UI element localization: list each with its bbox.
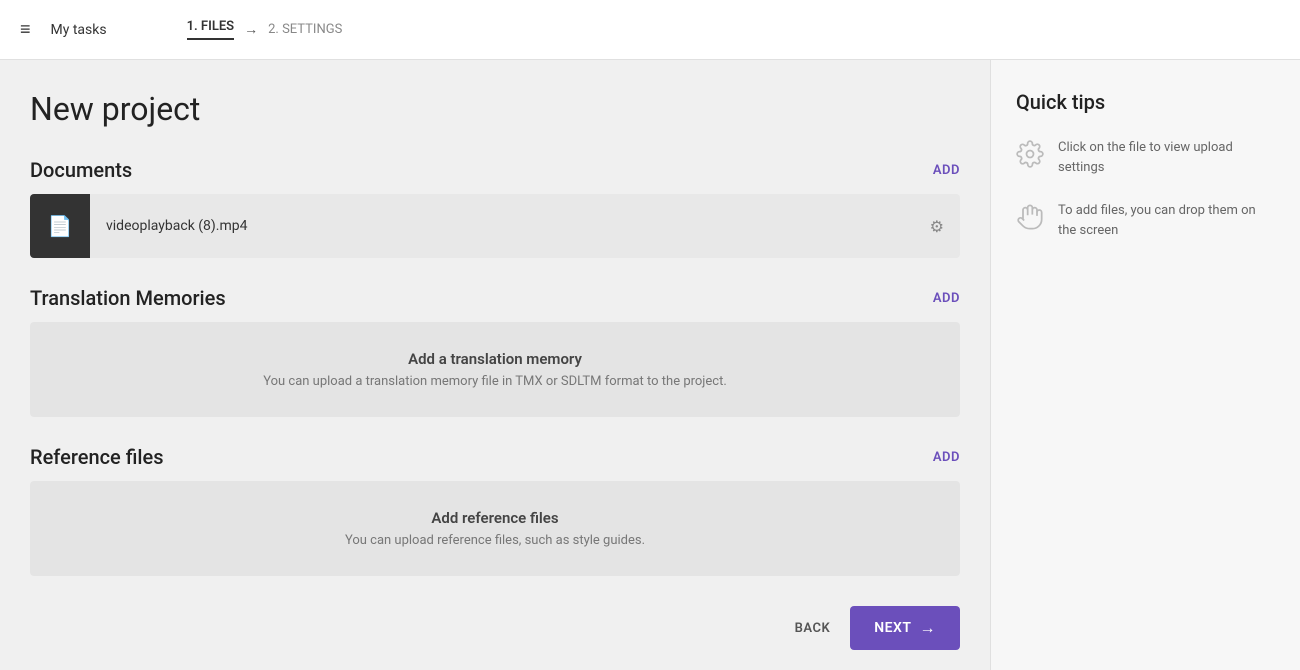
document-item[interactable]: 📄 videoplayback (8).mp4 ⚙	[30, 194, 960, 258]
next-button[interactable]: NEXT →	[850, 606, 960, 650]
my-tasks-link[interactable]: My tasks	[51, 22, 107, 38]
translation-memories-empty-title: Add a translation memory	[50, 350, 940, 368]
header: ≡ My tasks 1. FILES → 2. SETTINGS	[0, 0, 1300, 60]
reference-files-empty-subtitle: You can upload reference files, such as …	[50, 533, 940, 548]
hand-tip-icon	[1016, 203, 1044, 231]
sidebar-title: Quick tips	[1016, 90, 1275, 114]
reference-files-section: Reference files ADD Add reference files …	[30, 445, 960, 576]
reference-files-add-button[interactable]: ADD	[933, 450, 960, 465]
translation-memories-add-button[interactable]: ADD	[933, 291, 960, 306]
tip-text-1: Click on the file to view upload setting…	[1058, 138, 1275, 177]
footer: BACK NEXT →	[795, 606, 960, 650]
content-area: New project Documents ADD 📄 videoplaybac…	[0, 60, 990, 670]
next-arrow-icon: →	[920, 618, 937, 638]
reference-files-section-title: Reference files	[30, 445, 164, 469]
doc-settings-icon[interactable]: ⚙	[930, 217, 944, 236]
translation-memories-empty-subtitle: You can upload a translation memory file…	[50, 374, 940, 389]
step2-label[interactable]: 2. SETTINGS	[268, 22, 342, 37]
hamburger-icon[interactable]: ≡	[20, 19, 31, 40]
doc-filename: videoplayback (8).mp4	[90, 218, 930, 234]
doc-icon-box: 📄	[30, 194, 90, 258]
reference-files-empty-box: Add reference files You can upload refer…	[30, 481, 960, 576]
documents-section-title: Documents	[30, 158, 132, 182]
documents-section: Documents ADD 📄 videoplayback (8).mp4 ⚙	[30, 158, 960, 258]
file-icon: 📄	[48, 214, 73, 238]
gear-tip-icon	[1016, 140, 1044, 168]
sidebar: Quick tips Click on the file to view upl…	[990, 60, 1300, 670]
reference-files-section-header: Reference files ADD	[30, 445, 960, 469]
tip-item-2: To add files, you can drop them on the s…	[1016, 201, 1275, 240]
next-button-label: NEXT	[874, 620, 911, 636]
back-button[interactable]: BACK	[795, 621, 831, 636]
reference-files-empty-title: Add reference files	[50, 509, 940, 527]
page-title: New project	[30, 90, 960, 128]
step1-label[interactable]: 1. FILES	[187, 19, 235, 40]
main-layout: New project Documents ADD 📄 videoplaybac…	[0, 60, 1300, 670]
documents-section-header: Documents ADD	[30, 158, 960, 182]
steps-container: 1. FILES → 2. SETTINGS	[187, 19, 343, 40]
translation-memories-section: Translation Memories ADD Add a translati…	[30, 286, 960, 417]
tip-item-1: Click on the file to view upload setting…	[1016, 138, 1275, 177]
translation-memories-section-title: Translation Memories	[30, 286, 226, 310]
step-arrow: →	[244, 21, 258, 38]
translation-memories-section-header: Translation Memories ADD	[30, 286, 960, 310]
documents-add-button[interactable]: ADD	[933, 163, 960, 178]
tip-text-2: To add files, you can drop them on the s…	[1058, 201, 1275, 240]
translation-memories-empty-box: Add a translation memory You can upload …	[30, 322, 960, 417]
